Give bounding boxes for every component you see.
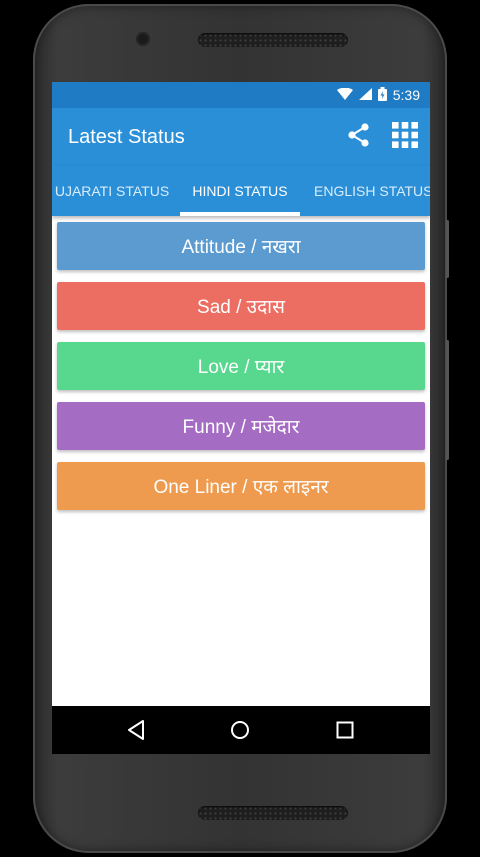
navigation-bar	[52, 706, 430, 754]
front-camera	[136, 32, 150, 46]
back-icon[interactable]	[106, 706, 166, 754]
volume-button	[446, 220, 449, 278]
recents-icon[interactable]	[315, 706, 375, 754]
bottom-speaker	[198, 806, 348, 820]
power-button	[446, 340, 449, 460]
category-sad-button[interactable]: Sad / उदास	[57, 282, 425, 330]
app-toolbar: Latest Status	[52, 108, 430, 166]
category-attitude-button[interactable]: Attitude / नखरा	[57, 222, 425, 270]
share-icon[interactable]	[348, 122, 370, 152]
tab-hindi-status[interactable]: HINDI STATUS	[180, 166, 300, 216]
tab-bar: UJARATI STATUS HINDI STATUS ENGLISH STAT…	[52, 166, 430, 216]
category-love-button[interactable]: Love / प्यार	[57, 342, 425, 390]
category-one-liner-button[interactable]: One Liner / एक लाइनर	[57, 462, 425, 510]
app-title: Latest Status	[68, 125, 185, 148]
signal-icon	[358, 87, 372, 103]
home-icon[interactable]	[210, 706, 270, 754]
grid-icon[interactable]	[392, 121, 418, 153]
category-list: Attitude / नखरा Sad / उदास Love / प्यार …	[52, 216, 430, 510]
tab-gujarati-status[interactable]: UJARATI STATUS	[52, 166, 172, 216]
earpiece-speaker	[198, 33, 348, 47]
category-funny-button[interactable]: Funny / मजेदार	[57, 402, 425, 450]
tab-english-status[interactable]: ENGLISH STATUS	[308, 166, 430, 216]
clock-time: 5:39	[392, 87, 420, 103]
tab-indicator	[180, 212, 300, 216]
wifi-icon	[336, 87, 353, 103]
battery-icon	[377, 86, 387, 104]
app-screen: 5:39 Latest Status UJARATI STATUS HINDI …	[52, 82, 430, 754]
status-bar: 5:39	[52, 82, 430, 108]
